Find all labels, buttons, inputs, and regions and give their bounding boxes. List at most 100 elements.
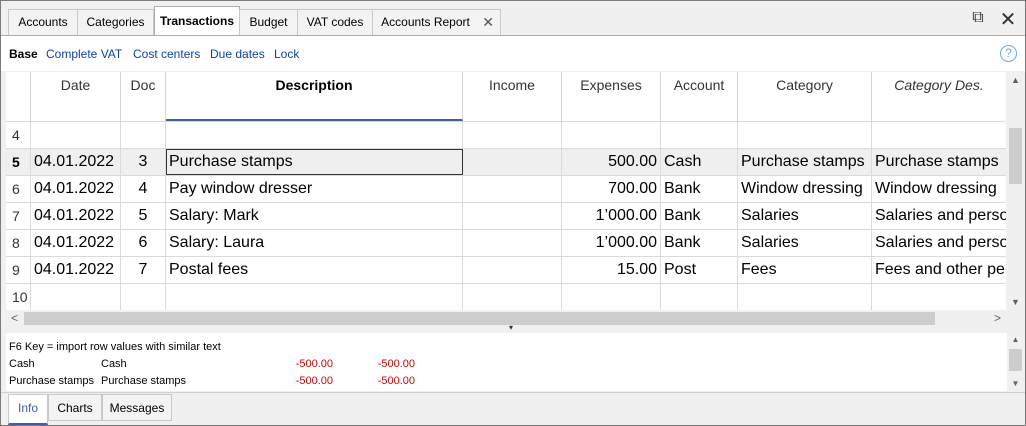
cell-income[interactable] [463, 230, 562, 256]
table-horizontal-scrollbar[interactable]: < > [6, 310, 1006, 327]
column-header-date[interactable]: Date [31, 72, 121, 121]
scroll-up-icon[interactable]: ▲ [1007, 333, 1024, 347]
row-number[interactable]: 4 [6, 122, 31, 148]
table-vertical-scrollbar[interactable]: ▲ ▼ [1007, 72, 1024, 311]
cell-expenses[interactable]: 700.00 [562, 176, 661, 202]
help-icon[interactable]: ? [1000, 45, 1017, 62]
column-header-income[interactable]: Income [463, 72, 562, 121]
tab-vat-codes[interactable]: VAT codes [297, 9, 373, 35]
tab-transactions[interactable]: Transactions [154, 6, 240, 36]
cell-description[interactable]: Salary: Laura [166, 230, 463, 256]
row-number[interactable]: 10 [6, 284, 31, 310]
cell-category[interactable]: Salaries [738, 203, 872, 229]
cell-date[interactable]: 04.01.2022 [31, 149, 121, 175]
cell-date[interactable]: 04.01.2022 [31, 203, 121, 229]
scroll-thumb[interactable] [1009, 349, 1022, 371]
close-icon[interactable]: ✕ [997, 9, 1019, 31]
tab-charts[interactable]: Charts [48, 394, 102, 421]
table-row[interactable]: 5 04.01.2022 3 Purchase stamps 500.00 Ca… [6, 148, 1006, 175]
close-tab-icon[interactable]: ✕ [482, 10, 494, 35]
cell-category[interactable] [738, 122, 872, 148]
cell-category[interactable] [738, 284, 872, 310]
row-number[interactable]: 6 [6, 176, 31, 202]
row-number[interactable]: 9 [6, 257, 31, 283]
cell-doc[interactable] [121, 122, 166, 148]
cell-income[interactable] [463, 122, 562, 148]
row-number[interactable]: 5 [6, 149, 31, 175]
cell-description[interactable] [166, 284, 463, 310]
cell-doc[interactable]: 5 [121, 203, 166, 229]
cell-account[interactable]: Bank [661, 176, 738, 202]
table-row[interactable]: 10 [6, 283, 1006, 310]
view-lock[interactable]: Lock [274, 47, 299, 61]
row-number[interactable]: 7 [6, 203, 31, 229]
view-base[interactable]: Base [9, 47, 38, 61]
column-header-description[interactable]: Description [166, 72, 463, 121]
cell-account[interactable]: Post [661, 257, 738, 283]
info-vertical-scrollbar[interactable]: ▲ ▼ [1007, 333, 1024, 391]
scroll-up-icon[interactable]: ▲ [1007, 72, 1024, 89]
cell-account[interactable] [661, 284, 738, 310]
cell-date[interactable] [31, 122, 121, 148]
scroll-down-icon[interactable]: ▼ [1007, 294, 1024, 311]
cell-doc[interactable] [121, 284, 166, 310]
column-header-category-desc[interactable]: Category Des. [872, 72, 1006, 121]
cell-date[interactable] [31, 284, 121, 310]
tab-categories[interactable]: Categories [77, 9, 154, 35]
cell-income[interactable] [463, 176, 562, 202]
cell-account[interactable]: Cash [661, 149, 738, 175]
view-due-dates[interactable]: Due dates [210, 47, 265, 61]
column-header-expenses[interactable]: Expenses [562, 72, 661, 121]
cell-expenses[interactable] [562, 122, 661, 148]
cell-income[interactable] [463, 257, 562, 283]
cell-doc[interactable]: 6 [121, 230, 166, 256]
cell-category[interactable]: Salaries [738, 230, 872, 256]
column-header-category[interactable]: Category [738, 72, 872, 121]
cell-date[interactable]: 04.01.2022 [31, 176, 121, 202]
row-number[interactable]: 8 [6, 230, 31, 256]
tab-budget[interactable]: Budget [239, 9, 298, 35]
cell-doc[interactable]: 3 [121, 149, 166, 175]
cell-expenses[interactable]: 1’000.00 [562, 203, 661, 229]
cell-category[interactable]: Purchase stamps [738, 149, 872, 175]
table-row[interactable]: 9 04.01.2022 7 Postal fees 15.00 Post Fe… [6, 256, 1006, 283]
cell-doc[interactable]: 4 [121, 176, 166, 202]
cell-description[interactable]: Pay window dresser [166, 176, 463, 202]
cell-description[interactable]: Postal fees [166, 257, 463, 283]
cell-date[interactable]: 04.01.2022 [31, 257, 121, 283]
cell-category-desc[interactable] [872, 284, 1006, 310]
cell-income[interactable] [463, 203, 562, 229]
cell-description[interactable] [166, 122, 463, 148]
cell-description-editing[interactable]: Purchase stamps [166, 149, 463, 175]
view-complete-vat[interactable]: Complete VAT [46, 47, 122, 61]
column-header-account[interactable]: Account [661, 72, 738, 121]
cell-expenses[interactable]: 15.00 [562, 257, 661, 283]
table-row[interactable]: 6 04.01.2022 4 Pay window dresser 700.00… [6, 175, 1006, 202]
tab-accounts-report[interactable]: Accounts Report ✕ [372, 9, 501, 35]
tab-messages[interactable]: Messages [102, 394, 172, 421]
scroll-thumb[interactable] [24, 312, 935, 325]
splitter-handle-icon[interactable]: ▾ [509, 323, 513, 332]
cell-doc[interactable]: 7 [121, 257, 166, 283]
cell-expenses[interactable]: 500.00 [562, 149, 661, 175]
cell-category-desc[interactable]: Purchase stamps [872, 149, 1006, 175]
cell-account[interactable] [661, 122, 738, 148]
view-cost-centers[interactable]: Cost centers [133, 47, 200, 61]
cell-account[interactable]: Bank [661, 203, 738, 229]
cell-expenses[interactable] [562, 284, 661, 310]
cell-category-desc[interactable]: Salaries and perso [872, 203, 1006, 229]
cell-description[interactable]: Salary: Mark [166, 203, 463, 229]
table-row[interactable]: 8 04.01.2022 6 Salary: Laura 1’000.00 Ba… [6, 229, 1006, 256]
scroll-thumb[interactable] [1009, 128, 1022, 184]
cell-category-desc[interactable] [872, 122, 1006, 148]
cell-income[interactable] [463, 149, 562, 175]
cell-category[interactable]: Window dressing [738, 176, 872, 202]
restore-icon[interactable]: ⧉ [967, 9, 989, 31]
table-row[interactable]: 7 04.01.2022 5 Salary: Mark 1’000.00 Ban… [6, 202, 1006, 229]
cell-income[interactable] [463, 284, 562, 310]
row-number-header[interactable] [6, 72, 31, 121]
cell-category-desc[interactable]: Window dressing [872, 176, 1006, 202]
cell-date[interactable]: 04.01.2022 [31, 230, 121, 256]
scroll-down-icon[interactable]: ▼ [1007, 377, 1024, 391]
cell-expenses[interactable]: 1’000.00 [562, 230, 661, 256]
